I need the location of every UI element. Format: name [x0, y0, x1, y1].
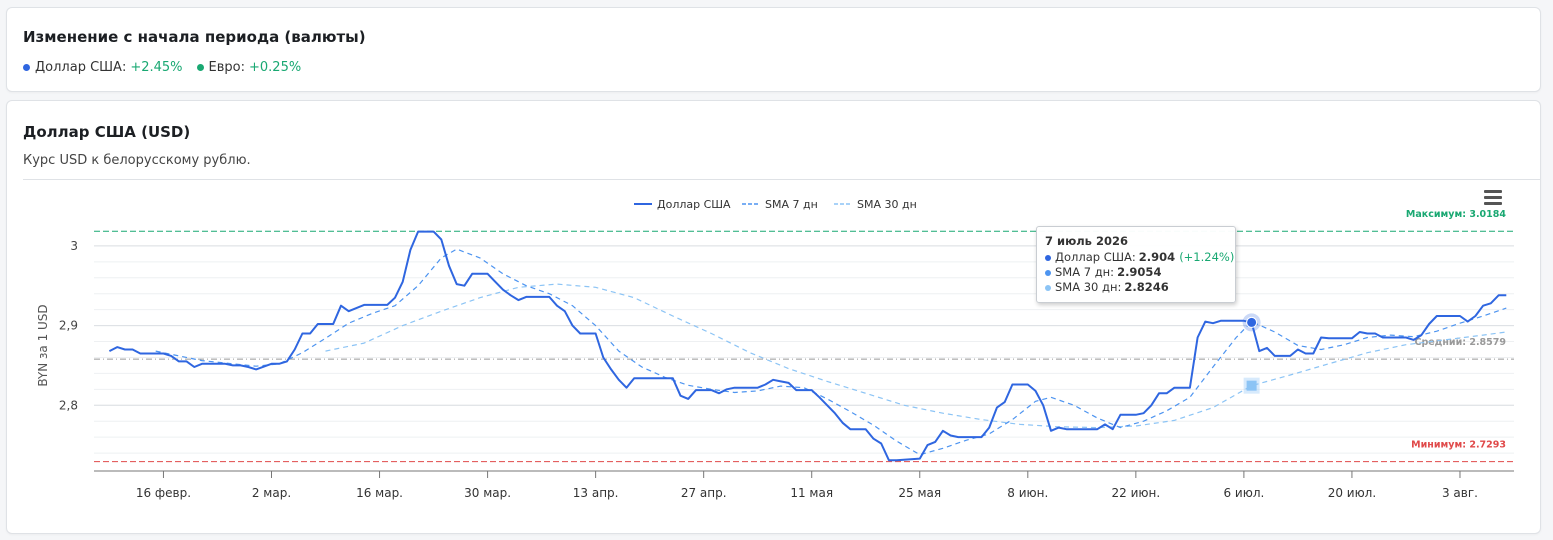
- usd-chart[interactable]: 2,8 2,9 3 BYN за 1 USD 16 февр. 2 мар. 16 мар.…: [0, 0, 1553, 540]
- x-tick-label: 16 мар.: [356, 486, 403, 500]
- series-line: [108, 230, 1507, 462]
- x-tick-label: 25 мая: [898, 486, 941, 500]
- chart-tooltip: 7 июль 2026 Доллар США: 2.904 (+1.24%) S…: [1036, 226, 1236, 303]
- x-tick-label: 20 июл.: [1328, 486, 1376, 500]
- y-axis-label: BYN за 1 USD: [36, 304, 50, 386]
- tooltip-row-sma30: SMA 30 дн: 2.8246: [1045, 280, 1235, 295]
- tooltip-row-usd: Доллар США: 2.904 (+1.24%): [1045, 250, 1235, 265]
- x-tick-label: 13 апр.: [573, 486, 619, 500]
- x-tick-label: 27 апр.: [681, 486, 727, 500]
- x-tick-label: 22 июн.: [1112, 486, 1161, 500]
- x-tick-label: 8 июн.: [1007, 486, 1048, 500]
- tooltip-usd-change: (+1.24%): [1179, 250, 1235, 264]
- y-tick-label: 2,9: [59, 319, 78, 333]
- x-tick-label: 2 мар.: [252, 486, 291, 500]
- legend-label: SMA 30 дн: [857, 198, 917, 211]
- x-tick-label: 3 авг.: [1442, 486, 1478, 500]
- x-tick-label: 6 июл.: [1223, 486, 1264, 500]
- tooltip-date: 7 июль 2026: [1045, 234, 1128, 248]
- tooltip-sma30-value: 2.8246: [1124, 280, 1169, 294]
- legend-label: SMA 7 дн: [765, 198, 818, 211]
- tooltip-row-sma7: SMA 7 дн: 2.9054: [1045, 265, 1235, 280]
- x-tick-label: 16 февр.: [136, 486, 191, 500]
- plot-line-label: Минимум: 2.7293: [1411, 440, 1506, 451]
- tooltip-sma30-dot-icon: [1045, 284, 1051, 291]
- x-tick-label: 11 мая: [790, 486, 833, 500]
- tooltip-usd-dot-icon: [1045, 254, 1051, 261]
- y-tick-label: 2,8: [59, 398, 78, 412]
- tooltip-sma30-label: SMA 30 дн:: [1055, 280, 1122, 294]
- legend-label: Доллар США: [657, 198, 731, 211]
- tooltip-usd-value: 2.904: [1138, 250, 1176, 264]
- tooltip-sma7-label: SMA 7 дн:: [1055, 265, 1115, 279]
- plot-line-label: Максимум: 3.0184: [1406, 209, 1506, 220]
- tooltip-sma7-dot-icon: [1045, 269, 1051, 276]
- tooltip-usd-label: Доллар США:: [1055, 250, 1136, 264]
- highlight-marker-usd: [1246, 316, 1258, 328]
- y-tick-label: 3: [70, 239, 78, 253]
- plot-line-label: Средний: 2.8579: [1414, 337, 1506, 348]
- chart-menu-icon[interactable]: [1484, 190, 1502, 205]
- highlight-marker-sma30: [1246, 380, 1257, 391]
- x-tick-label: 30 мар.: [464, 486, 511, 500]
- tooltip-sma7-value: 2.9054: [1117, 265, 1162, 279]
- series-line: [325, 283, 1507, 429]
